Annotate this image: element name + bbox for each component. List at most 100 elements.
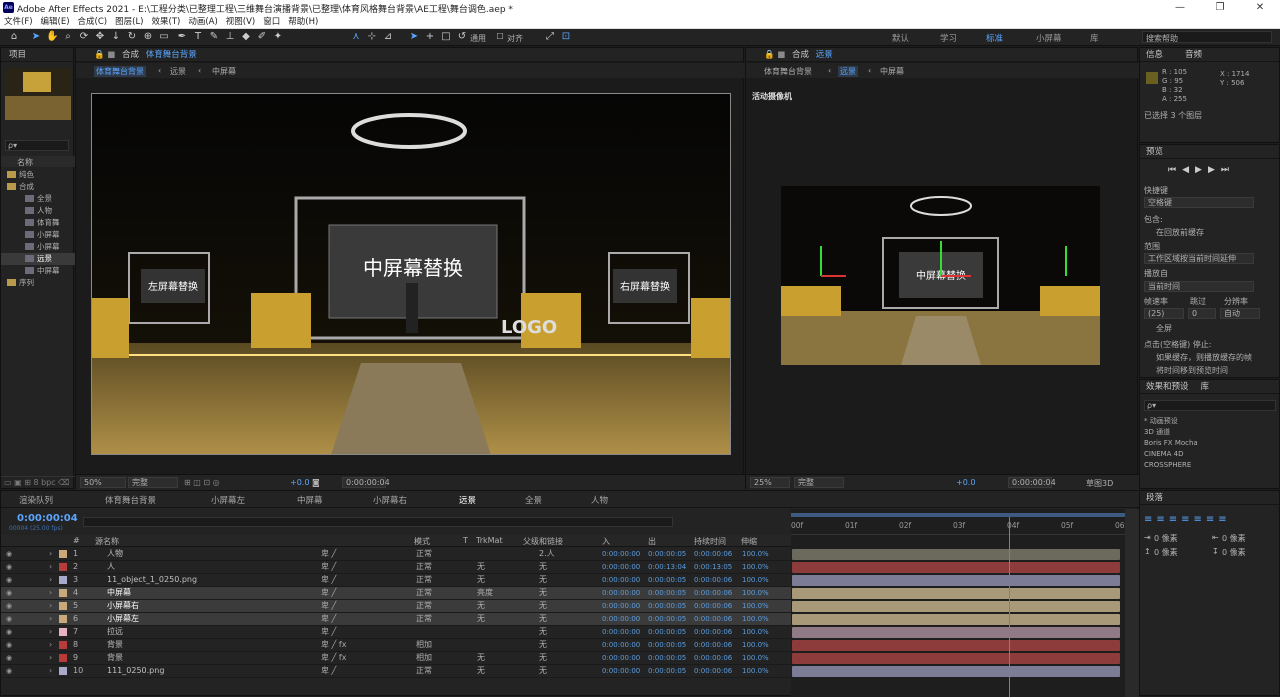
layer-stretch[interactable]: 100.0%	[742, 613, 769, 625]
layer-out[interactable]: 0:00:00:05	[648, 639, 686, 651]
layer-name[interactable]: 拉远	[107, 626, 123, 638]
comp-right-zoom[interactable]: 25%	[750, 477, 790, 488]
comp-left-quality[interactable]: 完整	[128, 477, 178, 488]
workspace-small-screen[interactable]: 小屏幕	[1036, 32, 1062, 44]
timeline-tab[interactable]: 全景	[525, 494, 542, 506]
project-item[interactable]: 远景	[1, 253, 75, 265]
rotate-tool-icon[interactable]: ↻	[126, 31, 138, 43]
layer-trkmat[interactable]: 无	[477, 665, 485, 677]
layer-in[interactable]: 0:00:00:00	[602, 548, 640, 560]
puppet-tool-icon[interactable]: ✦	[272, 31, 284, 43]
expand-twirl-icon[interactable]: ›	[49, 574, 52, 586]
layer-parent[interactable]: 2.人	[539, 548, 555, 560]
layer-stretch[interactable]: 100.0%	[742, 587, 769, 599]
mask-tool-icon[interactable]: ▭	[158, 31, 170, 43]
timeline-tab[interactable]: 中屏幕	[297, 494, 323, 506]
layer-name[interactable]: 人	[107, 561, 115, 573]
eye-icon[interactable]: ◉	[6, 626, 12, 638]
stage-render-right[interactable]: 中屏幕替换	[781, 186, 1100, 365]
timeline-tab[interactable]: 远景	[459, 494, 476, 506]
layer-duration[interactable]: 0:00:00:06	[694, 626, 732, 638]
layer-out[interactable]: 0:00:00:05	[648, 587, 686, 599]
add-icon[interactable]: +	[424, 31, 436, 43]
indent-left-value[interactable]: 0 像素	[1154, 533, 1178, 544]
layer-name[interactable]: 小屏幕右	[107, 600, 139, 612]
dolly-camera-icon[interactable]: ↓	[110, 31, 122, 43]
timeline-layer-row[interactable]: ◉ › 6 小屏幕左 卑 ╱ 正常 无 无 0:00:00:00 0:00:00:05 0:00:0…	[1, 613, 791, 626]
expand-twirl-icon[interactable]: ›	[49, 652, 52, 664]
effects-library-tab[interactable]: 库	[1189, 382, 1210, 392]
label-color[interactable]	[59, 602, 67, 610]
breadcrumb-right-far[interactable]: 远景	[838, 66, 858, 77]
menu-composition[interactable]: 合成(C)	[74, 16, 112, 29]
project-item[interactable]: 纯色	[1, 169, 75, 181]
layer-parent[interactable]: 无	[539, 600, 547, 612]
layer-parent[interactable]: 无	[539, 574, 547, 586]
label-color[interactable]	[59, 667, 67, 675]
layer-switches[interactable]: 卑 ╱	[321, 561, 336, 573]
workspace-default[interactable]: 默认	[892, 32, 909, 44]
layer-out[interactable]: 0:00:00:05	[648, 613, 686, 625]
expand-icon[interactable]: ⤢	[544, 31, 556, 43]
project-item[interactable]: 体育舞	[1, 217, 75, 229]
camera-snapshot-icon[interactable]: ◙	[312, 478, 320, 487]
comp-left-zoom[interactable]: 50%	[80, 477, 126, 488]
timeline-layer-row[interactable]: ◉ › 3 11_object_1_0250.png 卑 ╱ 正常 无 无 0:00:00:00…	[1, 574, 791, 587]
snap-icon[interactable]: ⊡	[560, 31, 572, 43]
audio-tab[interactable]: 音频	[1163, 50, 1202, 60]
label-color[interactable]	[59, 550, 67, 558]
timeline-tab[interactable]: 人物	[591, 494, 608, 506]
align-checkbox[interactable]: ☐	[494, 31, 506, 43]
paragraph-align-buttons[interactable]: ≡≡≡≡≡≡≡	[1144, 514, 1231, 525]
menu-edit[interactable]: 编辑(E)	[37, 16, 74, 29]
layer-name[interactable]: 背景	[107, 639, 123, 651]
label-color[interactable]	[59, 654, 67, 662]
rect-icon[interactable]: □	[440, 31, 452, 43]
preview-fps-select[interactable]: (25)	[1144, 308, 1184, 319]
layer-duration-bar[interactable]	[792, 601, 1120, 612]
layer-stretch[interactable]: 100.0%	[742, 561, 769, 573]
layer-duration-bar[interactable]	[792, 627, 1120, 638]
layer-duration-bar[interactable]	[792, 562, 1120, 573]
preview-play-from-select[interactable]: 当前时间	[1144, 281, 1254, 292]
layer-switches[interactable]: 卑 ╱	[321, 626, 336, 638]
timeline-layer-row[interactable]: ◉ › 9 背景 卑 ╱ fx 相加 无 无 0:00:00:00 0:00:00:05 0:00:…	[1, 652, 791, 665]
layer-duration-bar[interactable]	[792, 575, 1120, 586]
layer-parent[interactable]: 无	[539, 587, 547, 599]
effects-item[interactable]: 3D 通道	[1144, 427, 1276, 438]
indent-right-value[interactable]: 0 像素	[1222, 533, 1246, 544]
layer-duration[interactable]: 0:00:00:06	[694, 574, 732, 586]
zoom-tool-icon[interactable]: ⌕	[62, 31, 74, 43]
project-item[interactable]: 中屏幕	[1, 265, 75, 277]
local-axis-icon[interactable]: ⋏	[350, 31, 362, 43]
layer-switches[interactable]: 卑 ╱	[321, 587, 336, 599]
layer-mode[interactable]: 正常	[416, 665, 432, 677]
layer-switches[interactable]: 卑 ╱	[321, 548, 336, 560]
layer-duration[interactable]: 0:00:00:06	[694, 652, 732, 664]
menu-animation[interactable]: 动画(A)	[184, 16, 221, 29]
anchor-tool-icon[interactable]: ⊕	[142, 31, 154, 43]
eye-icon[interactable]: ◉	[6, 587, 12, 599]
expand-twirl-icon[interactable]: ›	[49, 548, 52, 560]
comp-left-view-icons[interactable]: ⊞ ◫ ⊡ ◎	[184, 478, 220, 487]
label-color[interactable]	[59, 615, 67, 623]
layer-out[interactable]: 0:00:00:05	[648, 548, 686, 560]
layer-out[interactable]: 0:00:00:05	[648, 626, 686, 638]
timeline-tab[interactable]: 渲染队列	[19, 494, 53, 506]
selection-tool-icon[interactable]: ➤	[30, 31, 42, 43]
comp-right-draft3d[interactable]: 草图3D	[1086, 478, 1113, 489]
layer-stretch[interactable]: 100.0%	[742, 639, 769, 651]
project-item[interactable]: 序列	[1, 277, 75, 289]
layer-trkmat[interactable]: 亮度	[477, 587, 493, 599]
info-tab[interactable]: 信息	[1140, 50, 1163, 60]
layer-stretch[interactable]: 100.0%	[742, 652, 769, 664]
project-column-header[interactable]: 名称	[1, 156, 75, 167]
layer-duration-bar[interactable]	[792, 549, 1120, 560]
effects-item[interactable]: Boris FX Mocha	[1144, 438, 1276, 449]
workspace-learn[interactable]: 学习	[940, 32, 957, 44]
timeline-layer-row[interactable]: ◉ › 7 拉远 卑 ╱ 无 0:00:00:00 0:00:00:05 0:00:00:06 1…	[1, 626, 791, 639]
breadcrumb-right-stage-bg[interactable]: 体育舞台背景	[764, 66, 812, 77]
preview-res-select[interactable]: 自动	[1220, 308, 1260, 319]
expand-twirl-icon[interactable]: ›	[49, 587, 52, 599]
layer-duration-bar[interactable]	[792, 653, 1120, 664]
